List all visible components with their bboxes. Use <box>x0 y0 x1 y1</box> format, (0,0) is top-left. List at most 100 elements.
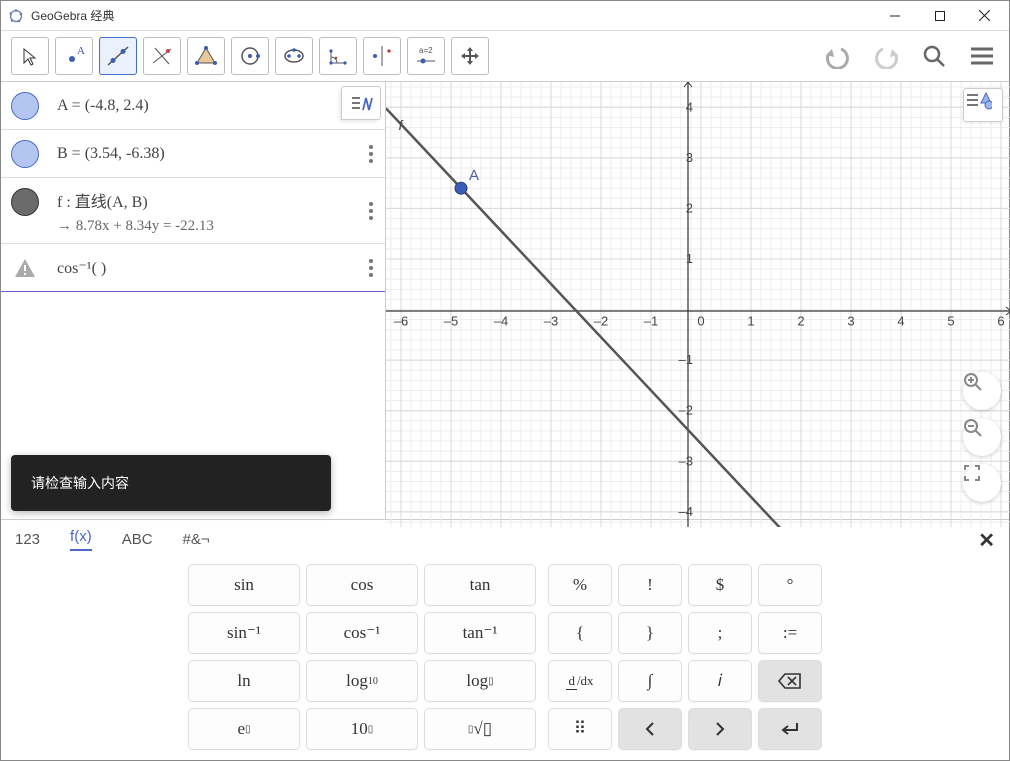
definition-text: B = (3.54, -6.38) <box>57 145 165 163</box>
svg-text:1: 1 <box>747 314 754 329</box>
key-cos[interactable]: cos <box>306 564 418 606</box>
svg-text:1: 1 <box>686 251 693 266</box>
tool-ellipse[interactable] <box>275 37 313 75</box>
key-degree[interactable]: ° <box>758 564 822 606</box>
key-right[interactable] <box>688 708 752 750</box>
algebra-item-A[interactable]: A = (-4.8, 2.4) <box>1 82 385 130</box>
app-icon <box>8 8 24 24</box>
error-tooltip: 请检查输入内容 <box>11 455 331 511</box>
zoom-out-button[interactable] <box>963 418 1001 456</box>
key-nthroot[interactable]: ▯√▯ <box>424 708 536 750</box>
svg-text:–6: –6 <box>394 314 408 329</box>
svg-text:3: 3 <box>686 150 693 165</box>
kbd-tab-abc[interactable]: ABC <box>122 531 153 548</box>
svg-text:a=2: a=2 <box>419 46 433 55</box>
equation-text: → 8.78x + 8.34y = -22.13 <box>57 218 214 235</box>
key-semicolon[interactable]: ; <box>688 612 752 654</box>
svg-text:5: 5 <box>947 314 954 329</box>
minimize-button[interactable] <box>872 1 917 30</box>
tool-move-view[interactable] <box>451 37 489 75</box>
tool-slider[interactable]: a=2 <box>407 37 445 75</box>
key-assign[interactable]: := <box>758 612 822 654</box>
warning-icon <box>11 254 39 282</box>
tool-move[interactable] <box>11 37 49 75</box>
key-backspace[interactable] <box>758 660 822 702</box>
key-logb[interactable]: log▯ <box>424 660 536 702</box>
kbd-close-button[interactable]: ✕ <box>978 528 995 553</box>
key-percent[interactable]: % <box>548 564 612 606</box>
svg-text:A: A <box>77 45 85 57</box>
key-10pow[interactable]: 10▯ <box>306 708 418 750</box>
main-toolbar: A a=2 <box>1 31 1009 82</box>
definition-text: A = (-4.8, 2.4) <box>57 97 149 115</box>
algebra-view: A = (-4.8, 2.4) B = (3.54, -6.38) f : 直线… <box>1 82 386 519</box>
key-sin[interactable]: sin <box>188 564 300 606</box>
key-more[interactable]: ⠿ <box>548 708 612 750</box>
item-menu-button[interactable] <box>369 145 373 163</box>
close-button[interactable] <box>962 1 1007 30</box>
key-epow[interactable]: e▯ <box>188 708 300 750</box>
titlebar: GeoGebra 经典 <box>1 1 1009 31</box>
tool-reflect[interactable] <box>363 37 401 75</box>
kbd-tab-123[interactable]: 123 <box>15 531 40 548</box>
key-log10[interactable]: log10 <box>306 660 418 702</box>
tool-circle[interactable] <box>231 37 269 75</box>
key-ddx[interactable]: d/dx <box>548 660 612 702</box>
svg-text:2: 2 <box>686 200 693 215</box>
svg-text:–1: –1 <box>679 352 693 367</box>
algebra-item-B[interactable]: B = (3.54, -6.38) <box>1 130 385 178</box>
definition-text: f : 直线(A, B) <box>57 188 214 212</box>
key-dollar[interactable]: $ <box>688 564 752 606</box>
svg-text:–3: –3 <box>544 314 558 329</box>
tooltip-text: 请检查输入内容 <box>31 475 129 491</box>
algebra-input-row[interactable]: cos⁻¹( ) <box>1 244 385 292</box>
undo-button[interactable] <box>821 39 855 73</box>
algebra-item-f[interactable]: f : 直线(A, B) → 8.78x + 8.34y = -22.13 <box>1 178 385 244</box>
item-menu-button[interactable] <box>369 259 373 277</box>
input-text: cos⁻¹( ) <box>57 258 106 278</box>
svg-text:0: 0 <box>697 314 704 329</box>
svg-text:f: f <box>399 117 405 133</box>
window-title: GeoGebra 经典 <box>31 7 872 24</box>
svg-text:2: 2 <box>797 314 804 329</box>
svg-text:A: A <box>469 167 479 184</box>
redo-button[interactable] <box>869 39 903 73</box>
kbd-tab-fx[interactable]: f(x) <box>70 528 92 551</box>
svg-text:6: 6 <box>997 314 1004 329</box>
key-i[interactable]: 𝑖 <box>688 660 752 702</box>
maximize-button[interactable] <box>917 1 962 30</box>
svg-text:4: 4 <box>686 99 693 114</box>
zoom-in-button[interactable] <box>963 372 1001 410</box>
key-ln[interactable]: ln <box>188 660 300 702</box>
key-enter[interactable] <box>758 708 822 750</box>
kbd-tab-sym[interactable]: #&¬ <box>183 531 210 548</box>
graphics-view[interactable]: –6–5–4–3–2–10123456 –4–3–2–11234 f A <box>386 82 1009 519</box>
key-rbrace[interactable]: } <box>618 612 682 654</box>
fullscreen-button[interactable] <box>963 464 1001 502</box>
tool-line[interactable] <box>99 37 137 75</box>
key-acos[interactable]: cos⁻¹ <box>306 612 418 654</box>
svg-text:–3: –3 <box>679 453 693 468</box>
tool-polygon[interactable] <box>187 37 225 75</box>
line-icon <box>11 188 39 216</box>
tool-perpendicular[interactable] <box>143 37 181 75</box>
menu-button[interactable] <box>965 39 999 73</box>
virtual-keyboard: 123 f(x) ABC #&¬ ✕ sin cos tan sin⁻¹ cos… <box>1 519 1009 760</box>
point-icon <box>11 140 39 168</box>
svg-text:–5: –5 <box>444 314 458 329</box>
tool-point[interactable]: A <box>55 37 93 75</box>
key-tan[interactable]: tan <box>424 564 536 606</box>
key-atan[interactable]: tan⁻¹ <box>424 612 536 654</box>
style-bar-toggle[interactable] <box>963 88 1003 122</box>
key-fact[interactable]: ! <box>618 564 682 606</box>
key-integral[interactable]: ∫ <box>618 660 682 702</box>
svg-text:4: 4 <box>897 314 904 329</box>
key-left[interactable] <box>618 708 682 750</box>
svg-text:–1: –1 <box>644 314 658 329</box>
key-asin[interactable]: sin⁻¹ <box>188 612 300 654</box>
item-menu-button[interactable] <box>369 202 373 220</box>
search-button[interactable] <box>917 39 951 73</box>
tool-angle[interactable] <box>319 37 357 75</box>
key-lbrace[interactable]: { <box>548 612 612 654</box>
svg-text:3: 3 <box>847 314 854 329</box>
